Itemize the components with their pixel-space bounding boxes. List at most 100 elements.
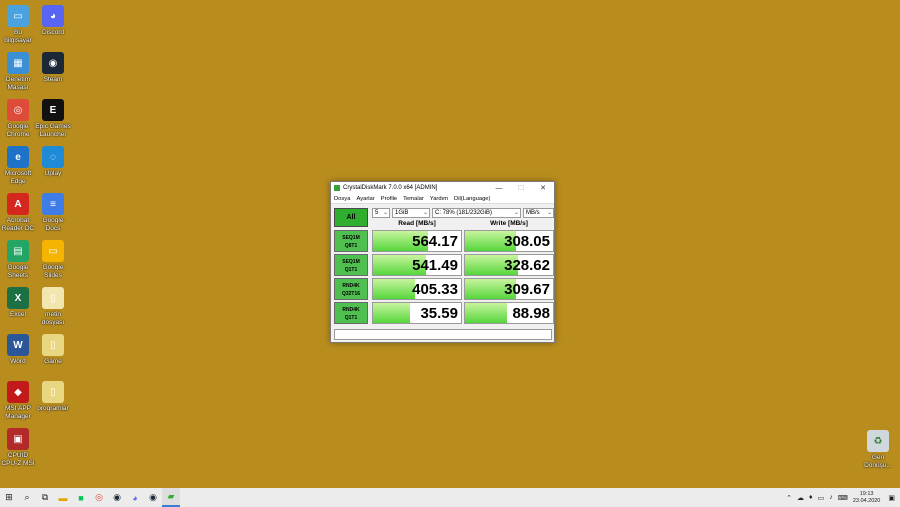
close-button[interactable]: ✕ <box>532 184 554 192</box>
write-value: 308.05 <box>504 233 550 250</box>
clock-date: 23.04.2020 <box>852 497 881 504</box>
read-result-cell: 564.17 <box>372 230 462 252</box>
desktop-icon-13[interactable]: ▯ metin dosyası <box>35 287 71 327</box>
search-icon[interactable]: ⌕ <box>18 488 36 507</box>
desktop-icon-glyph: ▯ <box>42 287 64 309</box>
desktop-icon-glyph: A <box>7 193 29 215</box>
discord-icon[interactable]: ◕ <box>126 488 144 507</box>
menu-dosya[interactable]: Dosya <box>334 196 350 202</box>
test-size-value: 1GiB <box>395 210 409 216</box>
test-name: SEQ1M <box>342 259 360 265</box>
desktop-icon-6[interactable]: e Microsoft Edge <box>0 146 36 186</box>
menu-ayarlar[interactable]: Ayarlar <box>356 196 374 202</box>
write-value: 328.62 <box>504 257 550 274</box>
desktop-icon-0[interactable]: ▭ Bu bilgisayar <box>0 5 36 45</box>
desktop-icon-label: Steam <box>43 76 63 83</box>
desktop-icon-12[interactable]: X Excel <box>0 287 36 319</box>
unit-select[interactable]: MB/s ⌄ <box>523 208 554 218</box>
keyboard-icon[interactable]: ⌨ <box>838 494 848 502</box>
title-bar[interactable]: CrystalDiskMark 7.0.0 x64 [ADMIN] — ☐ ✕ <box>331 182 554 194</box>
file-explorer-icon[interactable]: ▬ <box>54 488 72 507</box>
read-value: 564.17 <box>412 233 458 250</box>
desktop-icon-2[interactable]: ▦ Denetim Masası <box>0 52 36 92</box>
desktop-icon-10[interactable]: ▤ Google Sheets <box>0 240 36 280</box>
maximize-button[interactable]: ☐ <box>510 184 532 192</box>
desktop-icon-glyph: ◆ <box>7 381 29 403</box>
test-button[interactable]: RND4K Q1T1 <box>334 302 368 324</box>
read-header: Read [MB/s] <box>398 220 436 227</box>
desktop-icon-label: Microsoft Edge <box>4 170 32 185</box>
cloud-icon[interactable]: ☁ <box>797 494 804 502</box>
desktop-icon-glyph: ▭ <box>7 5 29 27</box>
desktop-icon-label: Google Slides <box>42 264 64 279</box>
desktop-icon-11[interactable]: ▭ Google Slides <box>35 240 71 280</box>
recycle-bin-glyph: ♻ <box>867 430 889 452</box>
network-icon[interactable]: ▭ <box>818 494 825 502</box>
write-result-cell: 328.62 <box>464 254 554 276</box>
desktop-icon-17[interactable]: ▯ programlar <box>35 381 71 413</box>
menu-profile[interactable]: Profile <box>381 196 397 202</box>
unit-value: MB/s <box>526 210 540 216</box>
desktop-icon-glyph: ◌ <box>42 146 64 168</box>
volume-icon[interactable]: ♪ <box>829 494 833 501</box>
clock-time: 19:13 <box>859 490 874 497</box>
notifications-icon[interactable]: ▣ <box>888 494 895 502</box>
test-params: Q1T1 <box>344 267 358 273</box>
desktop-icon-glyph: ▤ <box>7 240 29 262</box>
desktop-icon-label: Denetim Masası <box>5 76 31 91</box>
test-button[interactable]: RND4K Q32T16 <box>334 278 368 300</box>
system-tray: ⌃ ☁ ♦ ▭ ♪ ⌨ 19:13 23.04.2020 ▣ <box>786 488 900 507</box>
steam-running-icon[interactable]: ◉ <box>144 488 162 507</box>
microphone-icon[interactable]: ♦ <box>809 494 813 501</box>
test-button[interactable]: SEQ1M Q8T1 <box>334 230 368 252</box>
menu-yardim[interactable]: Yardım <box>430 196 448 202</box>
test-name: RND4K <box>342 283 360 289</box>
desktop-icon-label: Google Chrome <box>6 123 30 138</box>
read-progress-bar <box>373 279 416 299</box>
desktop-icon-1[interactable]: ◕ Discord <box>35 5 71 37</box>
test-params: Q1T1 <box>344 315 358 321</box>
task-view-icon[interactable]: ⧉ <box>36 488 54 507</box>
read-result-cell: 35.59 <box>372 302 462 324</box>
menu-temalar[interactable]: Temalar <box>403 196 424 202</box>
comment-field[interactable] <box>334 329 552 340</box>
read-result-cell: 541.49 <box>372 254 462 276</box>
desktop-icon-label: Excel <box>10 311 26 318</box>
menu-language[interactable]: Dil(Language) <box>454 196 490 202</box>
desktop-icon-glyph: W <box>7 334 29 356</box>
desktop-icon-7[interactable]: ◌ Uplay <box>35 146 71 178</box>
desktop-icon-label: Bu bilgisayar <box>4 29 32 44</box>
desktop-icon-3[interactable]: ◉ Steam <box>35 52 71 84</box>
window-title: CrystalDiskMark 7.0.0 x64 [ADMIN] <box>343 185 438 191</box>
test-size-select[interactable]: 1GiB ⌄ <box>392 208 430 218</box>
desktop-icon-glyph: e <box>7 146 29 168</box>
minimize-button[interactable]: — <box>488 185 510 192</box>
clock[interactable]: 19:13 23.04.2020 <box>853 491 881 505</box>
write-result-cell: 88.98 <box>464 302 554 324</box>
test-params: Q32T16 <box>341 291 361 297</box>
desktop-icon-8[interactable]: A Acrobat Reader DC <box>0 193 36 233</box>
desktop-icon-16[interactable]: ◆ MSI APP Manager <box>0 381 36 421</box>
steam-icon[interactable]: ◉ <box>108 488 126 507</box>
desktop-icon-4[interactable]: ◎ Google Chrome <box>0 99 36 139</box>
test-button[interactable]: SEQ1M Q1T1 <box>334 254 368 276</box>
desktop-icon-glyph: ▣ <box>7 428 29 450</box>
desktop-icon-18[interactable]: ▣ CPUID CPU-Z MSI <box>0 428 36 468</box>
desktop-icon-label: Discord <box>41 29 65 36</box>
desktop-icon-14[interactable]: W Word <box>0 334 36 366</box>
all-button[interactable]: All <box>334 208 368 227</box>
test-count-select[interactable]: 5 ⌄ <box>372 208 390 218</box>
chrome-icon[interactable]: ◎ <box>90 488 108 507</box>
test-name: RND4K <box>342 307 360 313</box>
desktop-icon-glyph: X <box>7 287 29 309</box>
chevron-up-icon[interactable]: ⌃ <box>786 494 792 502</box>
line-app-icon[interactable]: ■ <box>72 488 90 507</box>
recycle-bin-icon[interactable]: ♻ Geri Dönüşü... <box>860 430 896 470</box>
desktop-icon-5[interactable]: E Epic Games Launcher <box>35 99 71 139</box>
drive-select[interactable]: C: 78% (181/232GiB) ⌄ <box>432 208 521 218</box>
desktop-icon-15[interactable]: ▯ Game <box>35 334 71 366</box>
crystaldiskmark-taskbar-icon[interactable]: ▰ <box>162 488 180 507</box>
desktop-icon-9[interactable]: ≡ Google Docs <box>35 193 71 233</box>
read-value: 405.33 <box>412 281 458 298</box>
windows-start-icon[interactable]: ⊞ <box>0 488 18 507</box>
